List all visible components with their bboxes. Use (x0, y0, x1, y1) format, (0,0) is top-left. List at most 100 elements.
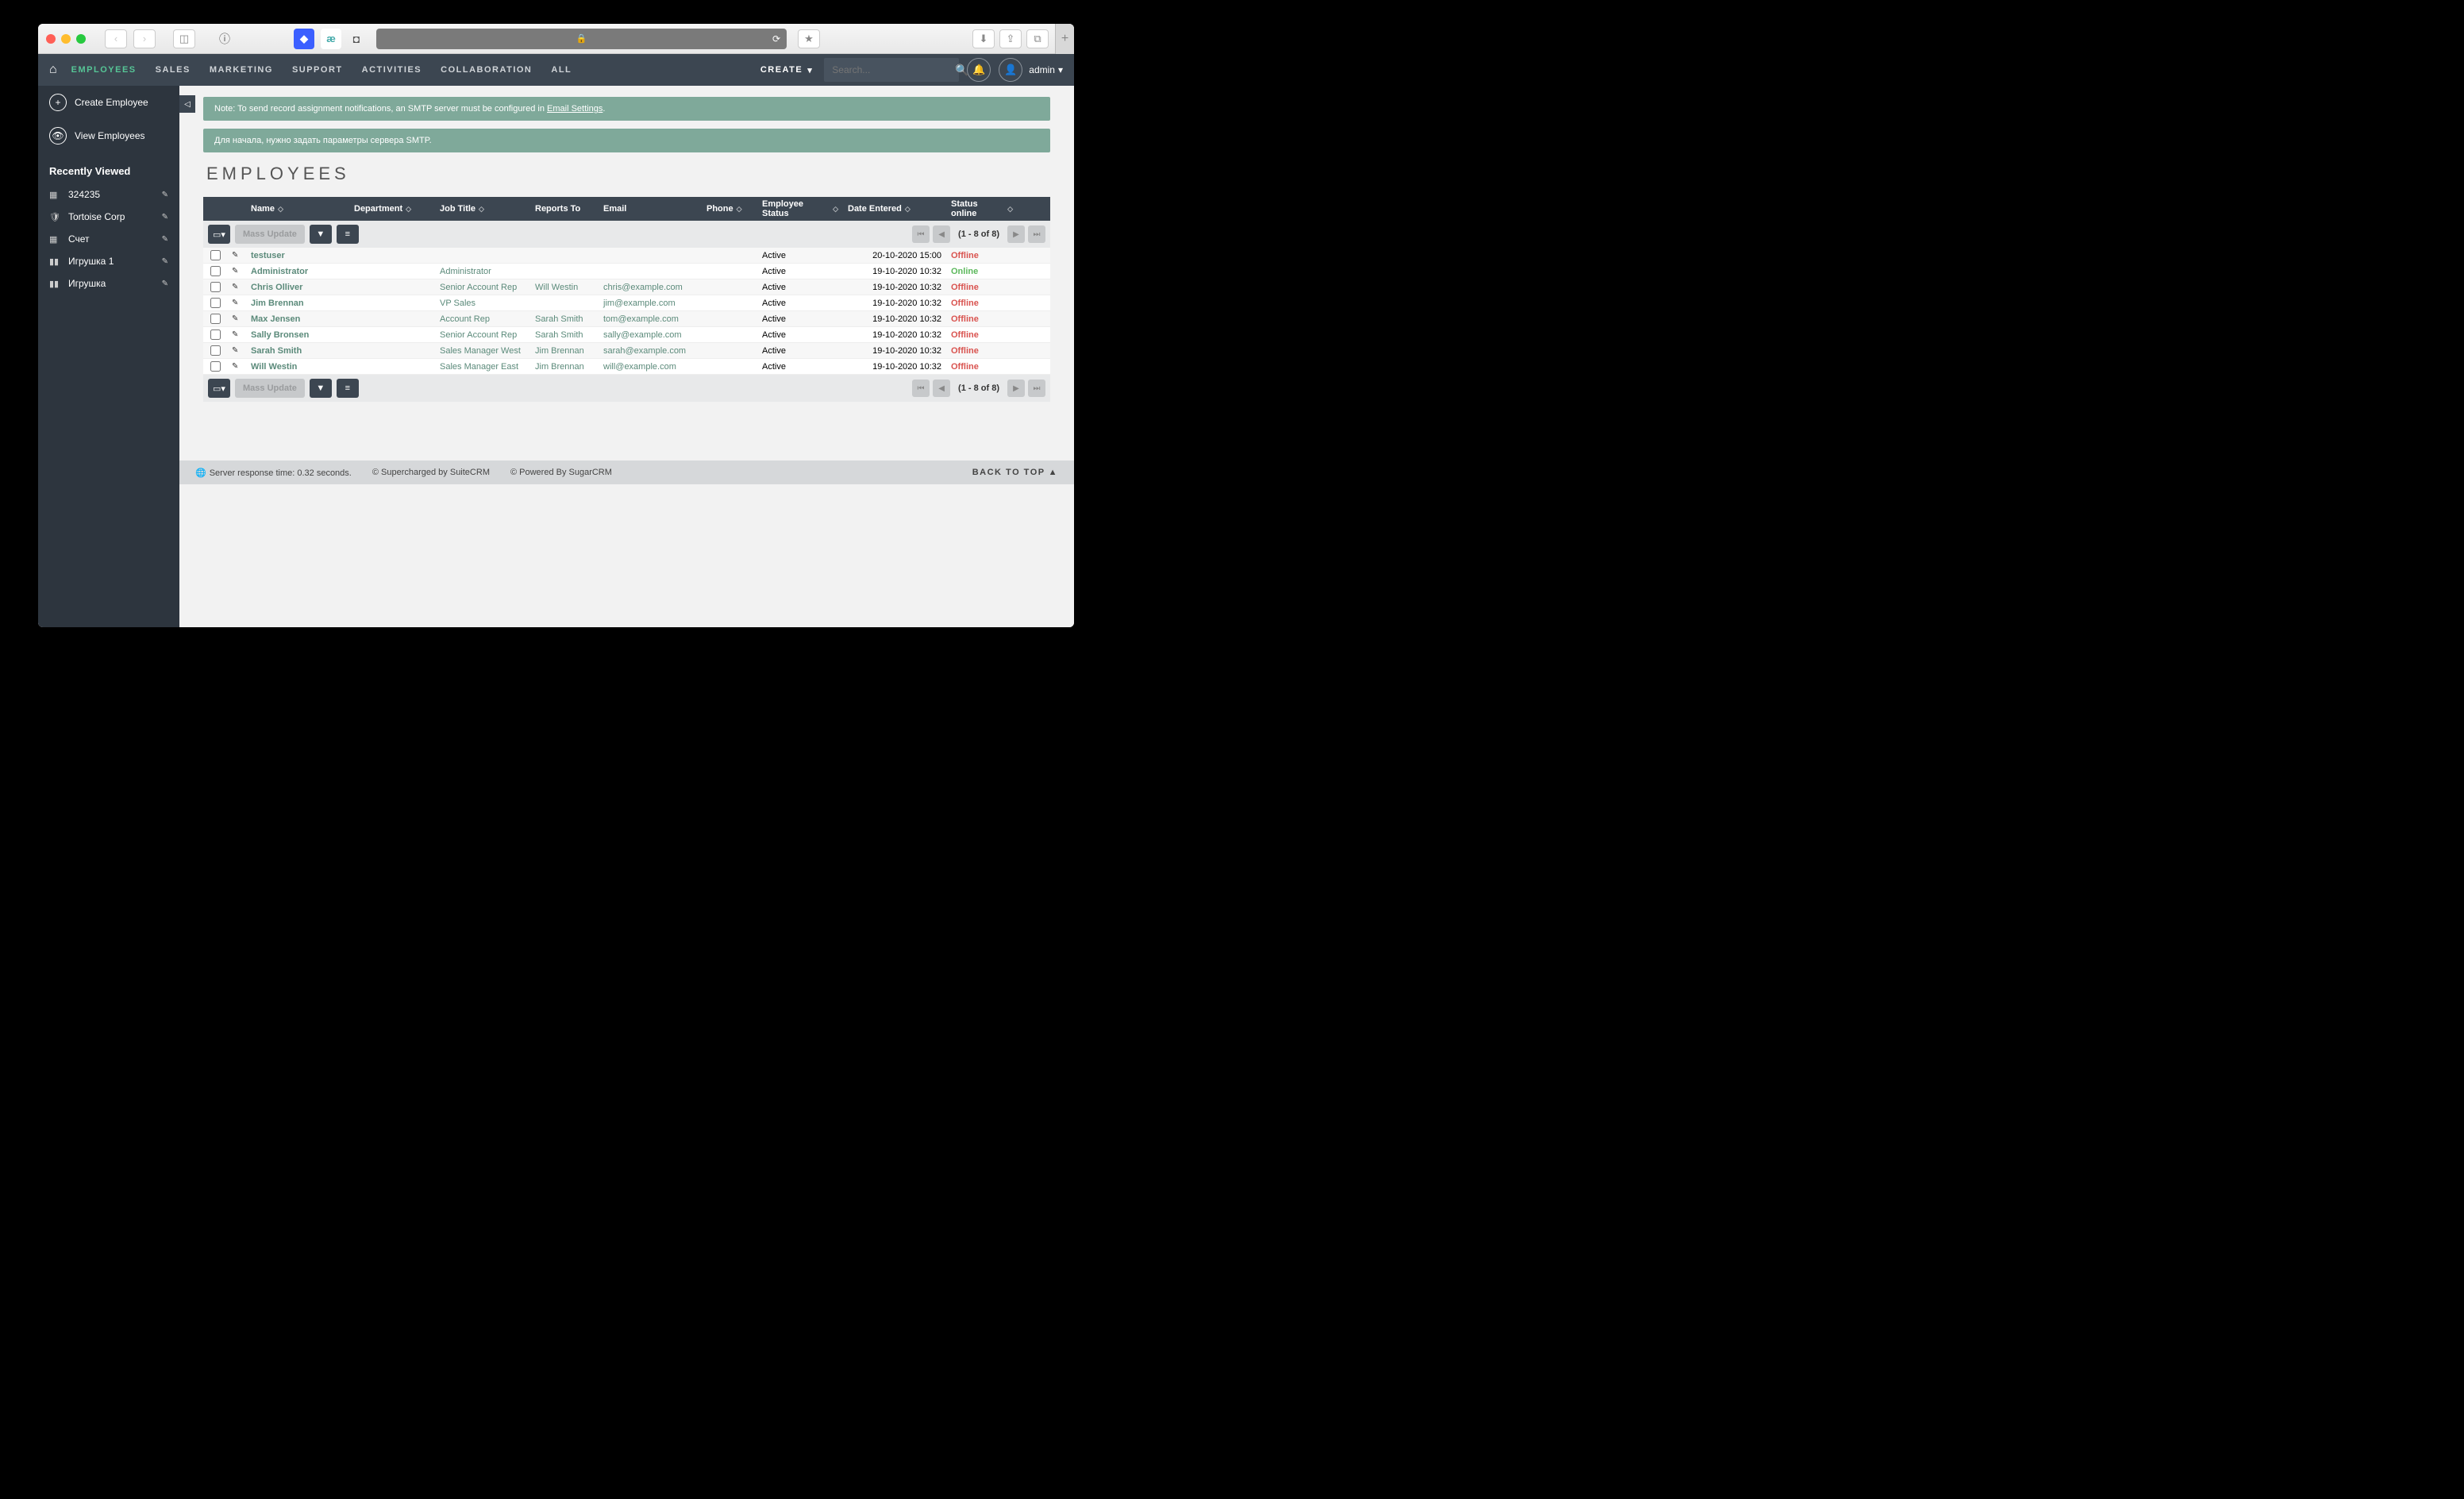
recent-item[interactable]: ▦324235✎ (38, 183, 179, 206)
page-next-button[interactable]: ▶ (1007, 225, 1025, 243)
reports-to-link[interactable]: Jim Brennan (535, 362, 584, 372)
edit-row-icon[interactable]: ✎ (227, 362, 246, 371)
page-next-button[interactable]: ▶ (1007, 380, 1025, 397)
col-phone[interactable]: Phone◇ (702, 204, 757, 214)
job-title-link[interactable]: Administrator (440, 267, 491, 276)
info-icon[interactable]: ⓘ (216, 30, 233, 48)
row-checkbox[interactable] (210, 361, 221, 372)
create-menu[interactable]: CREATE ▾ (760, 65, 813, 75)
nav-item-all[interactable]: ALL (551, 65, 572, 75)
close-window-icon[interactable] (46, 34, 56, 44)
col-department[interactable]: Department◇ (349, 204, 435, 214)
row-checkbox[interactable] (210, 329, 221, 340)
employee-name-link[interactable]: Jim Brennan (251, 299, 304, 308)
employee-name-link[interactable]: Chris Olliver (251, 283, 302, 292)
page-prev-button[interactable]: ◀ (933, 225, 950, 243)
employee-name-link[interactable]: Sarah Smith (251, 346, 302, 356)
columns-button[interactable]: ≡ (337, 225, 359, 244)
select-menu-button[interactable]: ▭▾ (208, 225, 230, 244)
email-settings-link[interactable]: Email Settings (547, 104, 603, 114)
email-link[interactable]: chris@example.com (603, 283, 683, 292)
edit-row-icon[interactable]: ✎ (227, 299, 246, 307)
nav-item-marketing[interactable]: MARKETING (210, 65, 273, 75)
maximize-window-icon[interactable] (76, 34, 86, 44)
email-link[interactable]: will@example.com (603, 362, 676, 372)
row-checkbox[interactable] (210, 282, 221, 292)
email-link[interactable]: sally@example.com (603, 330, 682, 340)
nav-item-employees[interactable]: EMPLOYEES (71, 65, 137, 75)
recent-item[interactable]: ▮▮Игрушка 1✎ (38, 250, 179, 272)
page-last-button[interactable]: ⏭ (1028, 380, 1045, 397)
col-job-title[interactable]: Job Title◇ (435, 204, 530, 214)
page-first-button[interactable]: ⏮ (912, 225, 930, 243)
edit-icon[interactable]: ✎ (162, 235, 168, 244)
minimize-window-icon[interactable] (61, 34, 71, 44)
create-employee-link[interactable]: + Create Employee (38, 86, 179, 119)
edit-row-icon[interactable]: ✎ (227, 283, 246, 291)
nav-item-collaboration[interactable]: COLLABORATION (441, 65, 532, 75)
email-link[interactable]: sarah@example.com (603, 346, 686, 356)
recent-item[interactable]: 🛡Tortoise Corp✎ (38, 206, 179, 228)
edit-row-icon[interactable]: ✎ (227, 346, 246, 355)
new-tab-button[interactable]: + (1055, 24, 1074, 54)
edit-row-icon[interactable]: ✎ (227, 330, 246, 339)
bookmark-button[interactable]: ★ (798, 29, 820, 48)
email-link[interactable]: tom@example.com (603, 314, 679, 324)
employee-name-link[interactable]: testuser (251, 251, 285, 260)
home-icon[interactable]: ⌂ (49, 63, 57, 77)
nav-item-activities[interactable]: ACTIVITIES (362, 65, 422, 75)
reports-to-link[interactable]: Jim Brennan (535, 346, 584, 356)
edit-row-icon[interactable]: ✎ (227, 267, 246, 276)
col-status[interactable]: Employee Status◇ (757, 199, 843, 218)
job-title-link[interactable]: Senior Account Rep (440, 283, 517, 292)
job-title-link[interactable]: Sales Manager West (440, 346, 521, 356)
search-box[interactable]: 🔍 (824, 58, 959, 82)
col-date[interactable]: Date Entered◇ (843, 204, 946, 214)
employee-name-link[interactable]: Max Jensen (251, 314, 300, 324)
email-link[interactable]: jim@example.com (603, 299, 676, 308)
job-title-link[interactable]: VP Sales (440, 299, 475, 308)
filter-button[interactable]: ▼ (310, 225, 332, 244)
extension-icon-1[interactable]: ◆ (294, 29, 314, 49)
nav-forward-button[interactable]: › (133, 29, 156, 48)
edit-icon[interactable]: ✎ (162, 191, 168, 199)
view-employees-link[interactable]: 👁 View Employees (38, 119, 179, 152)
row-checkbox[interactable] (210, 266, 221, 276)
reports-to-link[interactable]: Sarah Smith (535, 330, 583, 340)
col-online[interactable]: Status online◇ (946, 199, 1018, 218)
sidebar-toggle-button[interactable]: ◫ (173, 29, 195, 48)
nav-back-button[interactable]: ‹ (105, 29, 127, 48)
edit-row-icon[interactable]: ✎ (227, 314, 246, 323)
download-button[interactable]: ⬇ (972, 29, 995, 48)
edit-icon[interactable]: ✎ (162, 213, 168, 222)
recent-item[interactable]: ▦Счет✎ (38, 228, 179, 250)
employee-name-link[interactable]: Administrator (251, 267, 308, 276)
reload-icon[interactable]: ⟳ (772, 33, 780, 44)
page-prev-button[interactable]: ◀ (933, 380, 950, 397)
url-bar[interactable]: 🔒 ⟳ (376, 29, 787, 49)
col-name[interactable]: Name◇ (246, 204, 349, 214)
share-button[interactable]: ⇪ (999, 29, 1022, 48)
tabs-button[interactable]: ⧉ (1026, 29, 1049, 48)
edit-icon[interactable]: ✎ (162, 257, 168, 266)
job-title-link[interactable]: Account Rep (440, 314, 490, 324)
reports-to-link[interactable]: Will Westin (535, 283, 578, 292)
employee-name-link[interactable]: Sally Bronsen (251, 330, 309, 340)
page-first-button[interactable]: ⏮ (912, 380, 930, 397)
nav-item-support[interactable]: SUPPORT (292, 65, 343, 75)
collapse-sidebar-button[interactable]: ◁ (179, 95, 195, 113)
edit-row-icon[interactable]: ✎ (227, 251, 246, 260)
edit-icon[interactable]: ✎ (162, 279, 168, 288)
select-menu-button[interactable]: ▭▾ (208, 379, 230, 398)
row-checkbox[interactable] (210, 298, 221, 308)
row-checkbox[interactable] (210, 250, 221, 260)
page-last-button[interactable]: ⏭ (1028, 225, 1045, 243)
user-avatar-icon[interactable]: 👤 (999, 58, 1022, 82)
columns-button[interactable]: ≡ (337, 379, 359, 398)
employee-name-link[interactable]: Will Westin (251, 362, 297, 372)
job-title-link[interactable]: Sales Manager East (440, 362, 518, 372)
search-input[interactable] (832, 64, 955, 75)
filter-button[interactable]: ▼ (310, 379, 332, 398)
back-to-top-button[interactable]: BACK TO TOP ▲ (972, 468, 1058, 477)
job-title-link[interactable]: Senior Account Rep (440, 330, 517, 340)
